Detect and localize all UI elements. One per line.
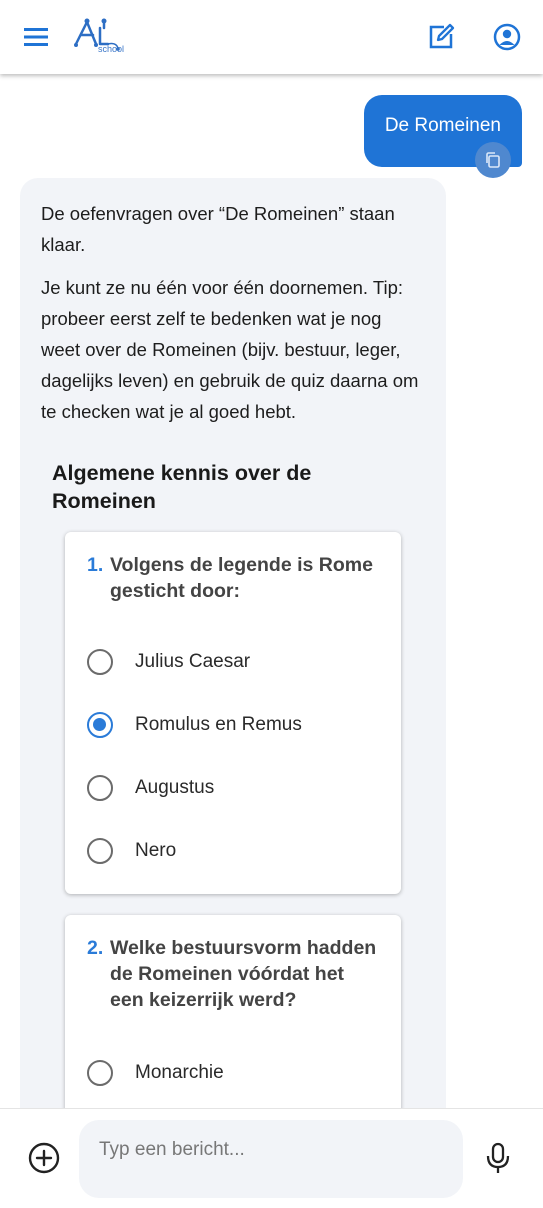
assistant-paragraph: De oefenvragen over “De Romeinen” staan … <box>41 203 395 255</box>
logo-subtitle: school <box>98 44 125 54</box>
question-number: 1. <box>87 554 104 576</box>
assistant-message: De oefenvragen over “De Romeinen” staan … <box>20 178 446 1108</box>
radio-button[interactable] <box>87 774 113 801</box>
radio-button[interactable] <box>87 1059 113 1086</box>
radio-button-selected[interactable] <box>87 711 113 738</box>
question-card: 1. Volgens de legende is Rome gesticht d… <box>65 532 401 894</box>
answer-label: Augustus <box>135 776 215 798</box>
radio-button[interactable] <box>87 648 113 675</box>
quiz-title: Algemene kennis over de Romeinen <box>52 461 312 513</box>
question-text: Volgens de legende is Rome gesticht door… <box>110 554 373 602</box>
menu-button[interactable] <box>18 22 54 52</box>
chat-area[interactable]: De Romeinen De oefenvragen over “De Rome… <box>0 74 543 1108</box>
question-header: 1. Volgens de legende is Rome gesticht d… <box>87 552 381 604</box>
message-input-wrapper <box>79 1120 463 1198</box>
copy-message-button[interactable] <box>475 142 511 178</box>
question-header: 2. Welke bestuursvorm hadden de Romeinen… <box>87 935 381 1013</box>
answer-label: Monarchie <box>135 1061 224 1083</box>
answer-label: Julius Caesar <box>135 650 251 672</box>
add-attachment-button[interactable] <box>27 1141 61 1175</box>
copy-icon <box>486 152 500 168</box>
answer-option[interactable]: Nero <box>87 819 381 882</box>
answer-option-selected[interactable]: Romulus en Remus <box>87 693 381 756</box>
voice-input-button[interactable] <box>484 1141 512 1175</box>
answer-option[interactable]: Julius Caesar <box>87 630 381 693</box>
answer-label: Romulus en Remus <box>135 713 302 735</box>
answer-option[interactable]: Monarchie <box>87 1041 381 1104</box>
radio-button[interactable] <box>87 837 113 864</box>
microphone-icon <box>486 1142 510 1173</box>
question-number: 2. <box>87 937 104 959</box>
add-circle-icon <box>28 1142 60 1174</box>
answer-options: Julius Caesar Romulus en Remus Augustus … <box>87 630 381 882</box>
edit-note-icon <box>429 23 455 49</box>
question-card: 2. Welke bestuursvorm hadden de Romeinen… <box>65 915 401 1108</box>
message-input[interactable] <box>79 1120 463 1180</box>
account-circle-icon <box>493 23 521 51</box>
app-header: school <box>0 0 543 74</box>
answer-options: Monarchie <box>87 1041 381 1104</box>
new-chat-button[interactable] <box>424 20 458 54</box>
question-text: Welke bestuursvorm hadden de Romeinen vó… <box>110 937 377 1011</box>
answer-label: Nero <box>135 839 177 861</box>
assistant-paragraph: Je kunt ze nu één voor één doornemen. Ti… <box>41 277 419 422</box>
composer-bar <box>0 1108 543 1208</box>
profile-button[interactable] <box>490 20 524 54</box>
answer-option[interactable]: Augustus <box>87 756 381 819</box>
hamburger-menu-icon <box>24 28 48 46</box>
